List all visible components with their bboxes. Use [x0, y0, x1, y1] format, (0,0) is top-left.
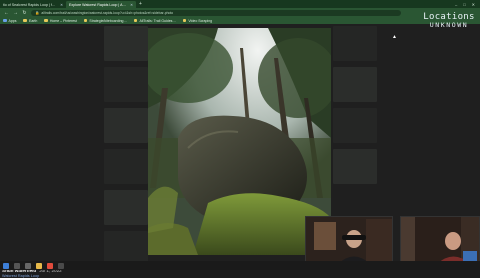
photo-thumbnail[interactable] [333, 149, 377, 184]
locations-unknown-logo: Locations UNKNOWN [420, 12, 478, 29]
os-taskbar [0, 261, 480, 270]
reload-icon[interactable]: ↻ [22, 10, 27, 16]
forest-boulder-image [148, 28, 331, 255]
photo-thumbnail[interactable] [104, 149, 148, 184]
bookmark-apps[interactable]: Apps [3, 19, 16, 23]
photo-thumbnail[interactable] [104, 67, 148, 102]
browser-tab-bar: tio of Sealcrest Rapids Loop | f… ✕ Expl… [0, 0, 480, 8]
bookmarks-bar: Apps Earth Home – Pinterest Strategie/ki… [0, 17, 480, 24]
folder-icon [83, 18, 88, 23]
url-text: alltrails.com/trail/us/washington/watcre… [41, 10, 174, 15]
photo-thumbnail[interactable] [104, 190, 148, 225]
photo-trail-link[interactable]: Watcrest Rapids Loop [2, 274, 62, 278]
folder-icon [44, 18, 48, 23]
lock-icon: 🔒 [35, 10, 40, 15]
tab-title: Explore Watcrest Rapids Loop | A… [69, 2, 127, 7]
close-icon[interactable]: ✕ [60, 3, 63, 7]
bookmark-alltrails[interactable]: AllTrails: Trail Guides… [133, 18, 176, 23]
logo-line2: UNKNOWN [429, 21, 469, 29]
address-bar[interactable]: 🔒 alltrails.com/trail/us/washington/watc… [31, 9, 401, 16]
browser-tab-active[interactable]: Explore Watcrest Rapids Loop | A… ✕ [66, 1, 136, 8]
close-icon[interactable]: ✕ [130, 3, 133, 7]
app-icon[interactable] [58, 262, 64, 269]
photo-thumbnail[interactable] [333, 26, 377, 61]
photo-strip-right [333, 26, 377, 184]
main-photo[interactable] [148, 28, 331, 255]
forward-arrow-icon[interactable]: → [13, 10, 18, 16]
webcam-overlay-2 [400, 216, 480, 265]
task-view-icon[interactable] [25, 262, 31, 269]
photo-strip-left [104, 26, 148, 266]
browser-toolbar: ← → ↻ 🔒 alltrails.com/trail/us/washingto… [0, 8, 480, 17]
webcam-person-icon [401, 217, 479, 264]
back-arrow-icon[interactable]: ← [4, 10, 9, 16]
file-explorer-icon[interactable] [36, 262, 42, 269]
webcam-person-icon [306, 217, 392, 264]
folder-icon [182, 18, 187, 23]
browser-icon[interactable] [47, 262, 53, 269]
photo-thumbnail[interactable] [104, 108, 148, 143]
browser-tab[interactable]: tio of Sealcrest Rapids Loop | f… ✕ [0, 1, 66, 8]
bookmark-strategie[interactable]: Strategie/kiteboarding… [83, 18, 127, 23]
webcam-overlay-1 [305, 216, 393, 265]
bookmark-video-scraping[interactable]: Video Scraping [182, 18, 212, 23]
bookmark-earth[interactable]: Earth [23, 19, 37, 23]
photo-thumbnail[interactable] [333, 108, 377, 143]
photo-thumbnail[interactable] [104, 26, 148, 61]
new-tab-button[interactable]: + [136, 1, 145, 7]
search-icon[interactable] [14, 262, 20, 269]
tab-title: tio of Sealcrest Rapids Loop | f… [3, 2, 56, 7]
apps-icon [3, 18, 7, 23]
mouse-cursor-icon: ▲ [392, 34, 397, 40]
folder-icon [133, 18, 138, 23]
start-icon[interactable] [3, 262, 9, 269]
photo-thumbnail[interactable] [333, 67, 377, 102]
window-controls: – □ ✕ [455, 2, 480, 7]
folder-icon [23, 18, 27, 23]
minimize-icon[interactable]: – [455, 2, 457, 7]
bookmark-pinterest[interactable]: Home – Pinterest [44, 19, 77, 23]
maximize-icon[interactable]: □ [463, 2, 465, 7]
close-window-icon[interactable]: ✕ [472, 2, 475, 7]
